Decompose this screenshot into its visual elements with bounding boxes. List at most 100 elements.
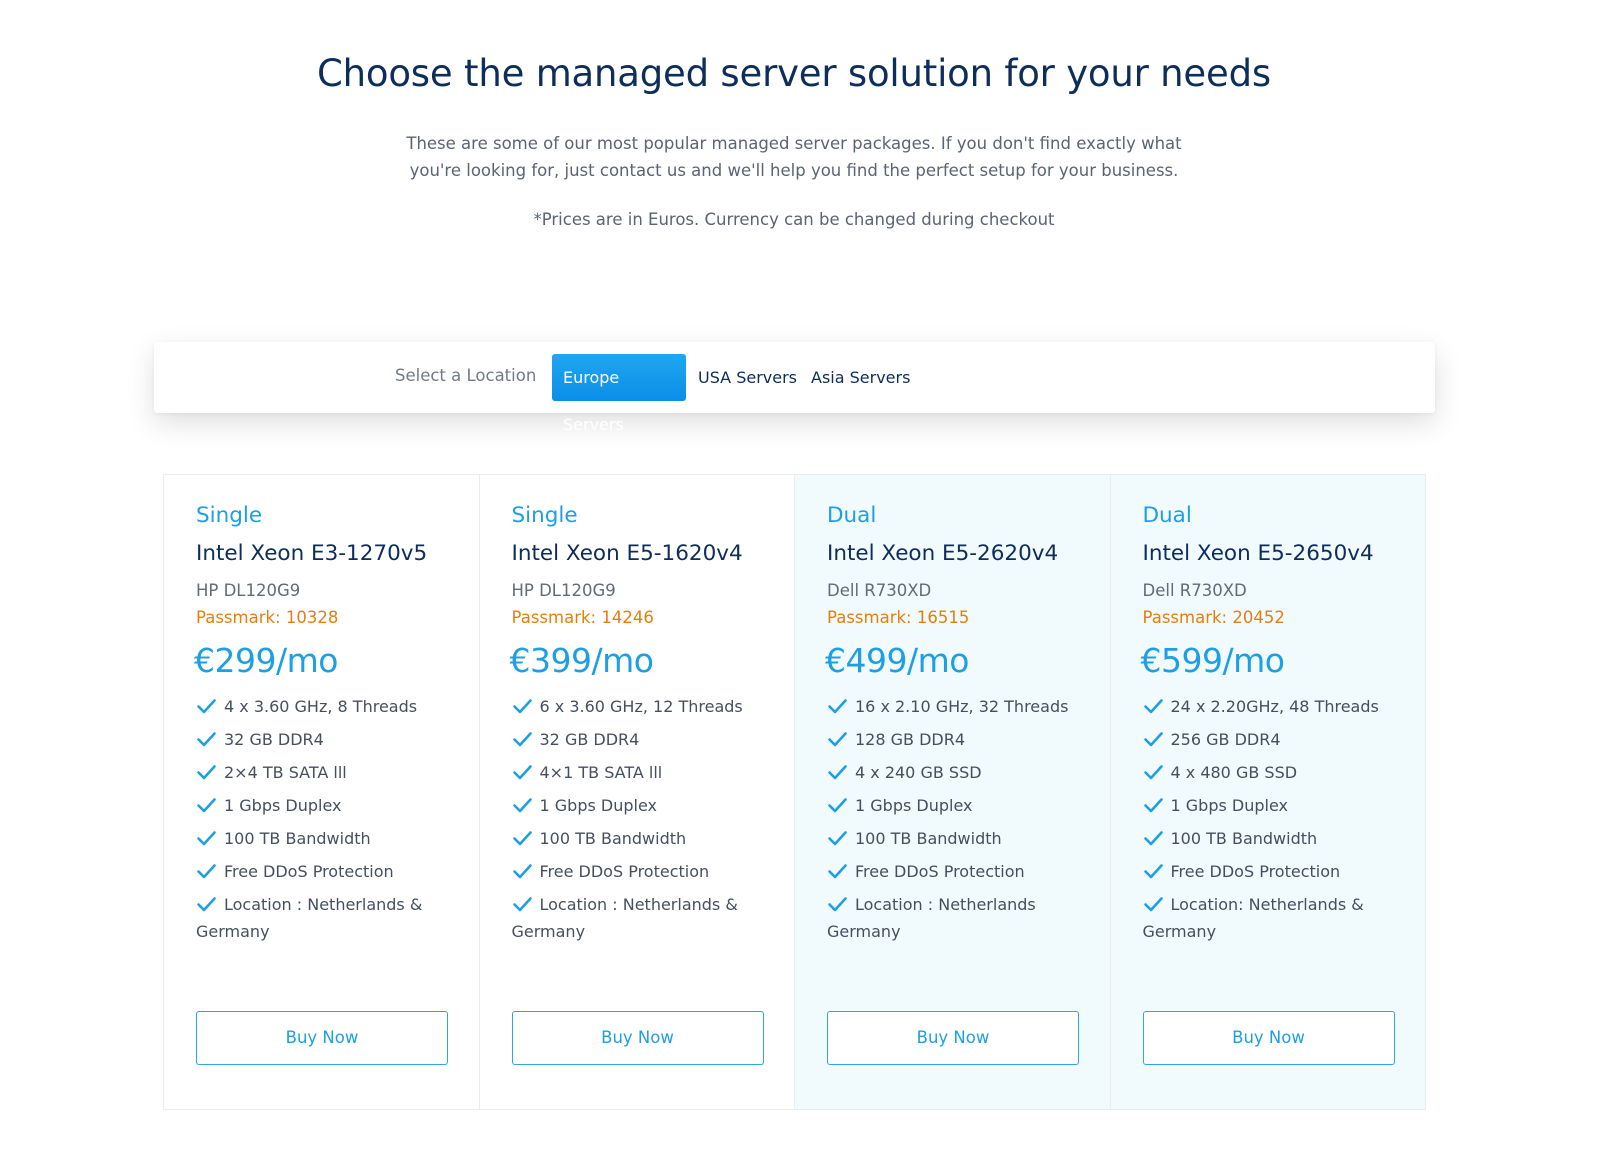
feature-text: Free DDoS Protection bbox=[224, 862, 394, 881]
check-icon bbox=[828, 765, 847, 780]
check-icon bbox=[197, 699, 216, 714]
plan-type: Single bbox=[196, 503, 263, 528]
tab-asia-servers[interactable]: Asia Servers bbox=[811, 354, 910, 401]
feature-text: Free DDoS Protection bbox=[1170, 862, 1341, 881]
feature-item: 1 Gbps Duplex bbox=[512, 792, 764, 819]
check-icon bbox=[512, 699, 532, 714]
feature-item: 100 TB Bandwidth bbox=[512, 825, 764, 852]
feature-item: 100 TB Bandwidth bbox=[1143, 825, 1395, 852]
plan-price: €499/mo bbox=[825, 641, 969, 680]
check-icon bbox=[828, 831, 847, 846]
check-icon bbox=[512, 831, 532, 846]
plan-passmark: Passmark: 16515 bbox=[827, 608, 970, 627]
feature-list: 24 x 2.20GHz, 48 Threads 256 GB DDR4 4 x… bbox=[1143, 693, 1395, 951]
check-icon bbox=[1143, 798, 1163, 813]
check-icon bbox=[1143, 699, 1163, 714]
plan-card: Dual Intel Xeon E5-2650v4 Dell R730XD Pa… bbox=[1110, 475, 1425, 1109]
feature-text: 4 x 240 GB SSD bbox=[855, 763, 982, 782]
plan-card: Single Intel Xeon E5-1620v4 HP DL120G9 P… bbox=[480, 475, 795, 1109]
check-icon bbox=[197, 732, 216, 747]
feature-text: 100 TB Bandwidth bbox=[539, 829, 687, 848]
feature-item: 1 Gbps Duplex bbox=[827, 792, 1079, 819]
buy-now-button[interactable]: Buy Now bbox=[196, 1011, 448, 1065]
feature-item: Location : Netherlands & Germany bbox=[512, 891, 764, 945]
feature-text: Free DDoS Protection bbox=[539, 862, 710, 881]
feature-item: Location : Netherlands & Germany bbox=[196, 891, 448, 945]
feature-text: 1 Gbps Duplex bbox=[1170, 796, 1289, 815]
feature-text: 1 Gbps Duplex bbox=[855, 796, 973, 815]
pricing-page: Choose the managed server solution for y… bbox=[0, 0, 1600, 1150]
check-icon bbox=[828, 732, 847, 747]
check-icon bbox=[828, 798, 847, 813]
tab-usa-servers[interactable]: USA Servers bbox=[698, 354, 797, 401]
feature-item: Free DDoS Protection bbox=[1143, 858, 1395, 885]
check-icon bbox=[197, 798, 216, 813]
check-icon bbox=[1143, 765, 1163, 780]
feature-text: Location: Netherlands & Germany bbox=[1142, 895, 1364, 941]
feature-item: 24 x 2.20GHz, 48 Threads bbox=[1143, 693, 1395, 720]
feature-text: 4 x 3.60 GHz, 8 Threads bbox=[224, 697, 418, 716]
check-icon bbox=[512, 732, 532, 747]
feature-item: Location: Netherlands & Germany bbox=[1143, 891, 1395, 945]
feature-item: 4 x 240 GB SSD bbox=[827, 759, 1079, 786]
check-icon bbox=[1143, 732, 1163, 747]
feature-item: 6 x 3.60 GHz, 12 Threads bbox=[512, 693, 764, 720]
plan-cpu: Intel Xeon E5-2650v4 bbox=[1142, 541, 1374, 566]
check-icon bbox=[828, 864, 847, 879]
feature-item: 1 Gbps Duplex bbox=[1143, 792, 1395, 819]
feature-text: 32 GB DDR4 bbox=[224, 730, 324, 749]
feature-text: 1 Gbps Duplex bbox=[224, 796, 342, 815]
feature-text: 128 GB DDR4 bbox=[855, 730, 966, 749]
intro-text: These are some of our most popular manag… bbox=[406, 134, 1182, 180]
buy-now-button[interactable]: Buy Now bbox=[1142, 1011, 1395, 1065]
plan-card: Dual Intel Xeon E5-2620v4 Dell R730XD Pa… bbox=[795, 475, 1111, 1109]
plan-price: €399/mo bbox=[509, 641, 654, 680]
feature-text: Location : Netherlands & Germany bbox=[511, 895, 738, 941]
feature-text: 24 x 2.20GHz, 48 Threads bbox=[1170, 697, 1379, 716]
feature-item: Location : Netherlands Germany bbox=[827, 891, 1079, 945]
plans-grid: Single Intel Xeon E3-1270v5 HP DL120G9 P… bbox=[163, 474, 1426, 1110]
feature-item: 32 GB DDR4 bbox=[196, 726, 448, 753]
feature-item: 2×4 TB SATA lll bbox=[196, 759, 448, 786]
check-icon bbox=[512, 864, 532, 879]
feature-item: Free DDoS Protection bbox=[196, 858, 448, 885]
feature-item: 1 Gbps Duplex bbox=[196, 792, 448, 819]
feature-item: 256 GB DDR4 bbox=[1143, 726, 1395, 753]
feature-list: 16 x 2.10 GHz, 32 Threads 128 GB DDR4 4 … bbox=[827, 693, 1079, 951]
plan-model: HP DL120G9 bbox=[196, 581, 301, 600]
feature-text: 100 TB Bandwidth bbox=[855, 829, 1002, 848]
plan-passmark: Passmark: 14246 bbox=[511, 608, 654, 627]
buy-now-button[interactable]: Buy Now bbox=[511, 1011, 764, 1065]
feature-item: 4×1 TB SATA lll bbox=[512, 759, 764, 786]
feature-list: 4 x 3.60 GHz, 8 Threads 32 GB DDR4 2×4 T… bbox=[196, 693, 448, 951]
feature-text: 100 TB Bandwidth bbox=[224, 829, 371, 848]
currency-note: *Prices are in Euros. Currency can be ch… bbox=[533, 210, 1055, 229]
feature-text: 100 TB Bandwidth bbox=[1170, 829, 1318, 848]
feature-text: 16 x 2.10 GHz, 32 Threads bbox=[855, 697, 1069, 716]
plan-cpu: Intel Xeon E3-1270v5 bbox=[196, 541, 428, 566]
check-icon bbox=[197, 864, 216, 879]
feature-list: 6 x 3.60 GHz, 12 Threads 32 GB DDR4 4×1 … bbox=[512, 693, 764, 951]
feature-text: 6 x 3.60 GHz, 12 Threads bbox=[539, 697, 743, 716]
page-title: Choose the managed server solution for y… bbox=[317, 52, 1271, 95]
plan-model: Dell R730XD bbox=[1142, 581, 1247, 600]
feature-item: 4 x 3.60 GHz, 8 Threads bbox=[196, 693, 448, 720]
check-icon bbox=[512, 765, 532, 780]
plan-cpu: Intel Xeon E5-1620v4 bbox=[511, 541, 743, 566]
plan-cpu: Intel Xeon E5-2620v4 bbox=[827, 541, 1059, 566]
buy-now-button[interactable]: Buy Now bbox=[827, 1011, 1079, 1065]
feature-item: 4 x 480 GB SSD bbox=[1143, 759, 1395, 786]
check-icon bbox=[1143, 864, 1163, 879]
feature-item: Free DDoS Protection bbox=[512, 858, 764, 885]
feature-text: 4×1 TB SATA lll bbox=[539, 763, 663, 782]
feature-text: Free DDoS Protection bbox=[855, 862, 1025, 881]
plan-type: Dual bbox=[1142, 503, 1192, 528]
feature-item: 16 x 2.10 GHz, 32 Threads bbox=[827, 693, 1079, 720]
plan-type: Single bbox=[511, 503, 578, 528]
location-label: Select a Location bbox=[395, 366, 537, 385]
check-icon bbox=[197, 897, 216, 912]
tab-europe-servers[interactable]: Europe Servers bbox=[552, 354, 686, 434]
check-icon bbox=[828, 897, 847, 912]
check-icon bbox=[1143, 831, 1163, 846]
check-icon bbox=[512, 897, 532, 912]
